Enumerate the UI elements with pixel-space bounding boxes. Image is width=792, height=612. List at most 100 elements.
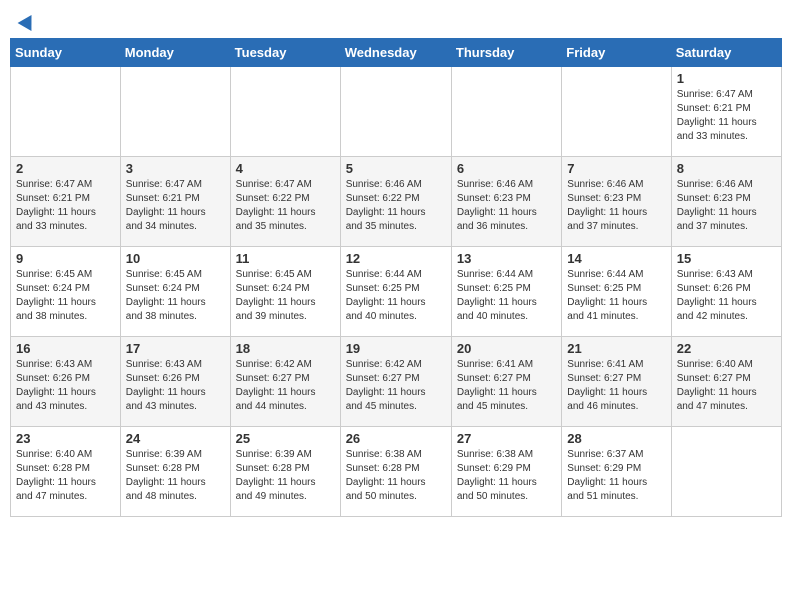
- calendar-cell: 2 Sunrise: 6:47 AM Sunset: 6:21 PM Daylig…: [11, 157, 121, 247]
- calendar-cell: 23 Sunrise: 6:40 AM Sunset: 6:28 PM Dayli…: [11, 427, 121, 517]
- day-info: Sunrise: 6:47 AM Sunset: 6:21 PM Dayligh…: [126, 178, 225, 234]
- calendar-cell: 9 Sunrise: 6:45 AM Sunset: 6:24 PM Daylig…: [11, 247, 121, 337]
- day-info: Sunrise: 6:43 AM Sunset: 6:26 PM Dayligh…: [677, 268, 776, 324]
- calendar-cell: 19 Sunrise: 6:42 AM Sunset: 6:27 PM Dayli…: [340, 337, 451, 427]
- day-number: 16: [16, 341, 115, 356]
- day-info: Sunrise: 6:41 AM Sunset: 6:27 PM Dayligh…: [457, 358, 556, 414]
- weekday-header-monday: Monday: [120, 39, 230, 67]
- day-number: 25: [236, 431, 335, 446]
- day-number: 21: [567, 341, 665, 356]
- calendar-cell: 12 Sunrise: 6:44 AM Sunset: 6:25 PM Dayli…: [340, 247, 451, 337]
- calendar-cell: [230, 67, 340, 157]
- weekday-header-tuesday: Tuesday: [230, 39, 340, 67]
- day-info: Sunrise: 6:40 AM Sunset: 6:27 PM Dayligh…: [677, 358, 776, 414]
- day-number: 11: [236, 251, 335, 266]
- day-info: Sunrise: 6:43 AM Sunset: 6:26 PM Dayligh…: [16, 358, 115, 414]
- calendar-cell: 28Sunrise: 6:37 AM Sunset: 6:29 PM Dayli…: [562, 427, 671, 517]
- calendar-cell: 20 Sunrise: 6:41 AM Sunset: 6:27 PM Dayli…: [451, 337, 561, 427]
- calendar-cell: 5 Sunrise: 6:46 AM Sunset: 6:22 PM Daylig…: [340, 157, 451, 247]
- calendar-week-row: 16 Sunrise: 6:43 AM Sunset: 6:26 PM Dayli…: [11, 337, 782, 427]
- calendar-table: SundayMondayTuesdayWednesdayThursdayFrid…: [10, 38, 782, 517]
- day-info: Sunrise: 6:42 AM Sunset: 6:27 PM Dayligh…: [236, 358, 335, 414]
- day-info: Sunrise: 6:46 AM Sunset: 6:23 PM Dayligh…: [457, 178, 556, 234]
- day-info: Sunrise: 6:43 AM Sunset: 6:26 PM Dayligh…: [126, 358, 225, 414]
- weekday-header-friday: Friday: [562, 39, 671, 67]
- day-number: 3: [126, 161, 225, 176]
- day-info: Sunrise: 6:42 AM Sunset: 6:27 PM Dayligh…: [346, 358, 446, 414]
- day-number: 4: [236, 161, 335, 176]
- day-info: Sunrise: 6:38 AM Sunset: 6:28 PM Dayligh…: [346, 448, 446, 504]
- day-info: Sunrise: 6:47 AM Sunset: 6:21 PM Dayligh…: [677, 88, 776, 144]
- calendar-cell: 13 Sunrise: 6:44 AM Sunset: 6:25 PM Dayli…: [451, 247, 561, 337]
- calendar-cell: 21 Sunrise: 6:41 AM Sunset: 6:27 PM Dayli…: [562, 337, 671, 427]
- calendar-cell: 26 Sunrise: 6:38 AM Sunset: 6:28 PM Dayli…: [340, 427, 451, 517]
- calendar-cell: 14 Sunrise: 6:44 AM Sunset: 6:25 PM Dayli…: [562, 247, 671, 337]
- day-number: 6: [457, 161, 556, 176]
- day-info: Sunrise: 6:41 AM Sunset: 6:27 PM Dayligh…: [567, 358, 665, 414]
- calendar-cell: 10 Sunrise: 6:45 AM Sunset: 6:24 PM Dayli…: [120, 247, 230, 337]
- day-info: Sunrise: 6:46 AM Sunset: 6:23 PM Dayligh…: [677, 178, 776, 234]
- day-number: 26: [346, 431, 446, 446]
- day-number: 22: [677, 341, 776, 356]
- day-number: 2: [16, 161, 115, 176]
- calendar-week-row: 23 Sunrise: 6:40 AM Sunset: 6:28 PM Dayli…: [11, 427, 782, 517]
- day-number: 10: [126, 251, 225, 266]
- calendar-cell: [11, 67, 121, 157]
- day-info: Sunrise: 6:47 AM Sunset: 6:22 PM Dayligh…: [236, 178, 335, 234]
- day-info: Sunrise: 6:45 AM Sunset: 6:24 PM Dayligh…: [236, 268, 335, 324]
- day-number: 12: [346, 251, 446, 266]
- day-number: 8: [677, 161, 776, 176]
- calendar-cell: 16 Sunrise: 6:43 AM Sunset: 6:26 PM Dayli…: [11, 337, 121, 427]
- day-info: Sunrise: 6:46 AM Sunset: 6:22 PM Dayligh…: [346, 178, 446, 234]
- day-number: 23: [16, 431, 115, 446]
- day-number: 27: [457, 431, 556, 446]
- calendar-cell: 15 Sunrise: 6:43 AM Sunset: 6:26 PM Dayli…: [671, 247, 781, 337]
- calendar-cell: 11 Sunrise: 6:45 AM Sunset: 6:24 PM Dayli…: [230, 247, 340, 337]
- page-header: [10, 10, 782, 32]
- calendar-cell: 18Sunrise: 6:42 AM Sunset: 6:27 PM Dayli…: [230, 337, 340, 427]
- calendar-cell: 1 Sunrise: 6:47 AM Sunset: 6:21 PM Daylig…: [671, 67, 781, 157]
- calendar-cell: [120, 67, 230, 157]
- day-info: Sunrise: 6:44 AM Sunset: 6:25 PM Dayligh…: [346, 268, 446, 324]
- day-info: Sunrise: 6:44 AM Sunset: 6:25 PM Dayligh…: [457, 268, 556, 324]
- day-number: 9: [16, 251, 115, 266]
- day-number: 13: [457, 251, 556, 266]
- day-number: 28: [567, 431, 665, 446]
- calendar-cell: 27Sunrise: 6:38 AM Sunset: 6:29 PM Dayli…: [451, 427, 561, 517]
- calendar-cell: 3 Sunrise: 6:47 AM Sunset: 6:21 PM Daylig…: [120, 157, 230, 247]
- day-number: 24: [126, 431, 225, 446]
- day-number: 19: [346, 341, 446, 356]
- day-number: 15: [677, 251, 776, 266]
- day-number: 14: [567, 251, 665, 266]
- day-info: Sunrise: 6:44 AM Sunset: 6:25 PM Dayligh…: [567, 268, 665, 324]
- day-number: 5: [346, 161, 446, 176]
- day-info: Sunrise: 6:40 AM Sunset: 6:28 PM Dayligh…: [16, 448, 115, 504]
- calendar-cell: 7 Sunrise: 6:46 AM Sunset: 6:23 PM Daylig…: [562, 157, 671, 247]
- weekday-header-sunday: Sunday: [11, 39, 121, 67]
- calendar-cell: [340, 67, 451, 157]
- calendar-week-row: 2 Sunrise: 6:47 AM Sunset: 6:21 PM Daylig…: [11, 157, 782, 247]
- weekday-header-wednesday: Wednesday: [340, 39, 451, 67]
- logo-triangle-icon: [18, 11, 39, 31]
- weekday-header-row: SundayMondayTuesdayWednesdayThursdayFrid…: [11, 39, 782, 67]
- calendar-cell: 22 Sunrise: 6:40 AM Sunset: 6:27 PM Dayli…: [671, 337, 781, 427]
- day-info: Sunrise: 6:39 AM Sunset: 6:28 PM Dayligh…: [236, 448, 335, 504]
- day-info: Sunrise: 6:45 AM Sunset: 6:24 PM Dayligh…: [126, 268, 225, 324]
- calendar-cell: [562, 67, 671, 157]
- weekday-header-thursday: Thursday: [451, 39, 561, 67]
- calendar-cell: 24Sunrise: 6:39 AM Sunset: 6:28 PM Dayli…: [120, 427, 230, 517]
- day-info: Sunrise: 6:46 AM Sunset: 6:23 PM Dayligh…: [567, 178, 665, 234]
- day-info: Sunrise: 6:47 AM Sunset: 6:21 PM Dayligh…: [16, 178, 115, 234]
- day-info: Sunrise: 6:45 AM Sunset: 6:24 PM Dayligh…: [16, 268, 115, 324]
- day-number: 17: [126, 341, 225, 356]
- day-number: 1: [677, 71, 776, 86]
- day-number: 20: [457, 341, 556, 356]
- calendar-cell: 6 Sunrise: 6:46 AM Sunset: 6:23 PM Daylig…: [451, 157, 561, 247]
- weekday-header-saturday: Saturday: [671, 39, 781, 67]
- day-number: 7: [567, 161, 665, 176]
- calendar-week-row: 9 Sunrise: 6:45 AM Sunset: 6:24 PM Daylig…: [11, 247, 782, 337]
- calendar-cell: 8 Sunrise: 6:46 AM Sunset: 6:23 PM Daylig…: [671, 157, 781, 247]
- calendar-cell: 4 Sunrise: 6:47 AM Sunset: 6:22 PM Daylig…: [230, 157, 340, 247]
- calendar-week-row: 1 Sunrise: 6:47 AM Sunset: 6:21 PM Daylig…: [11, 67, 782, 157]
- calendar-cell: [451, 67, 561, 157]
